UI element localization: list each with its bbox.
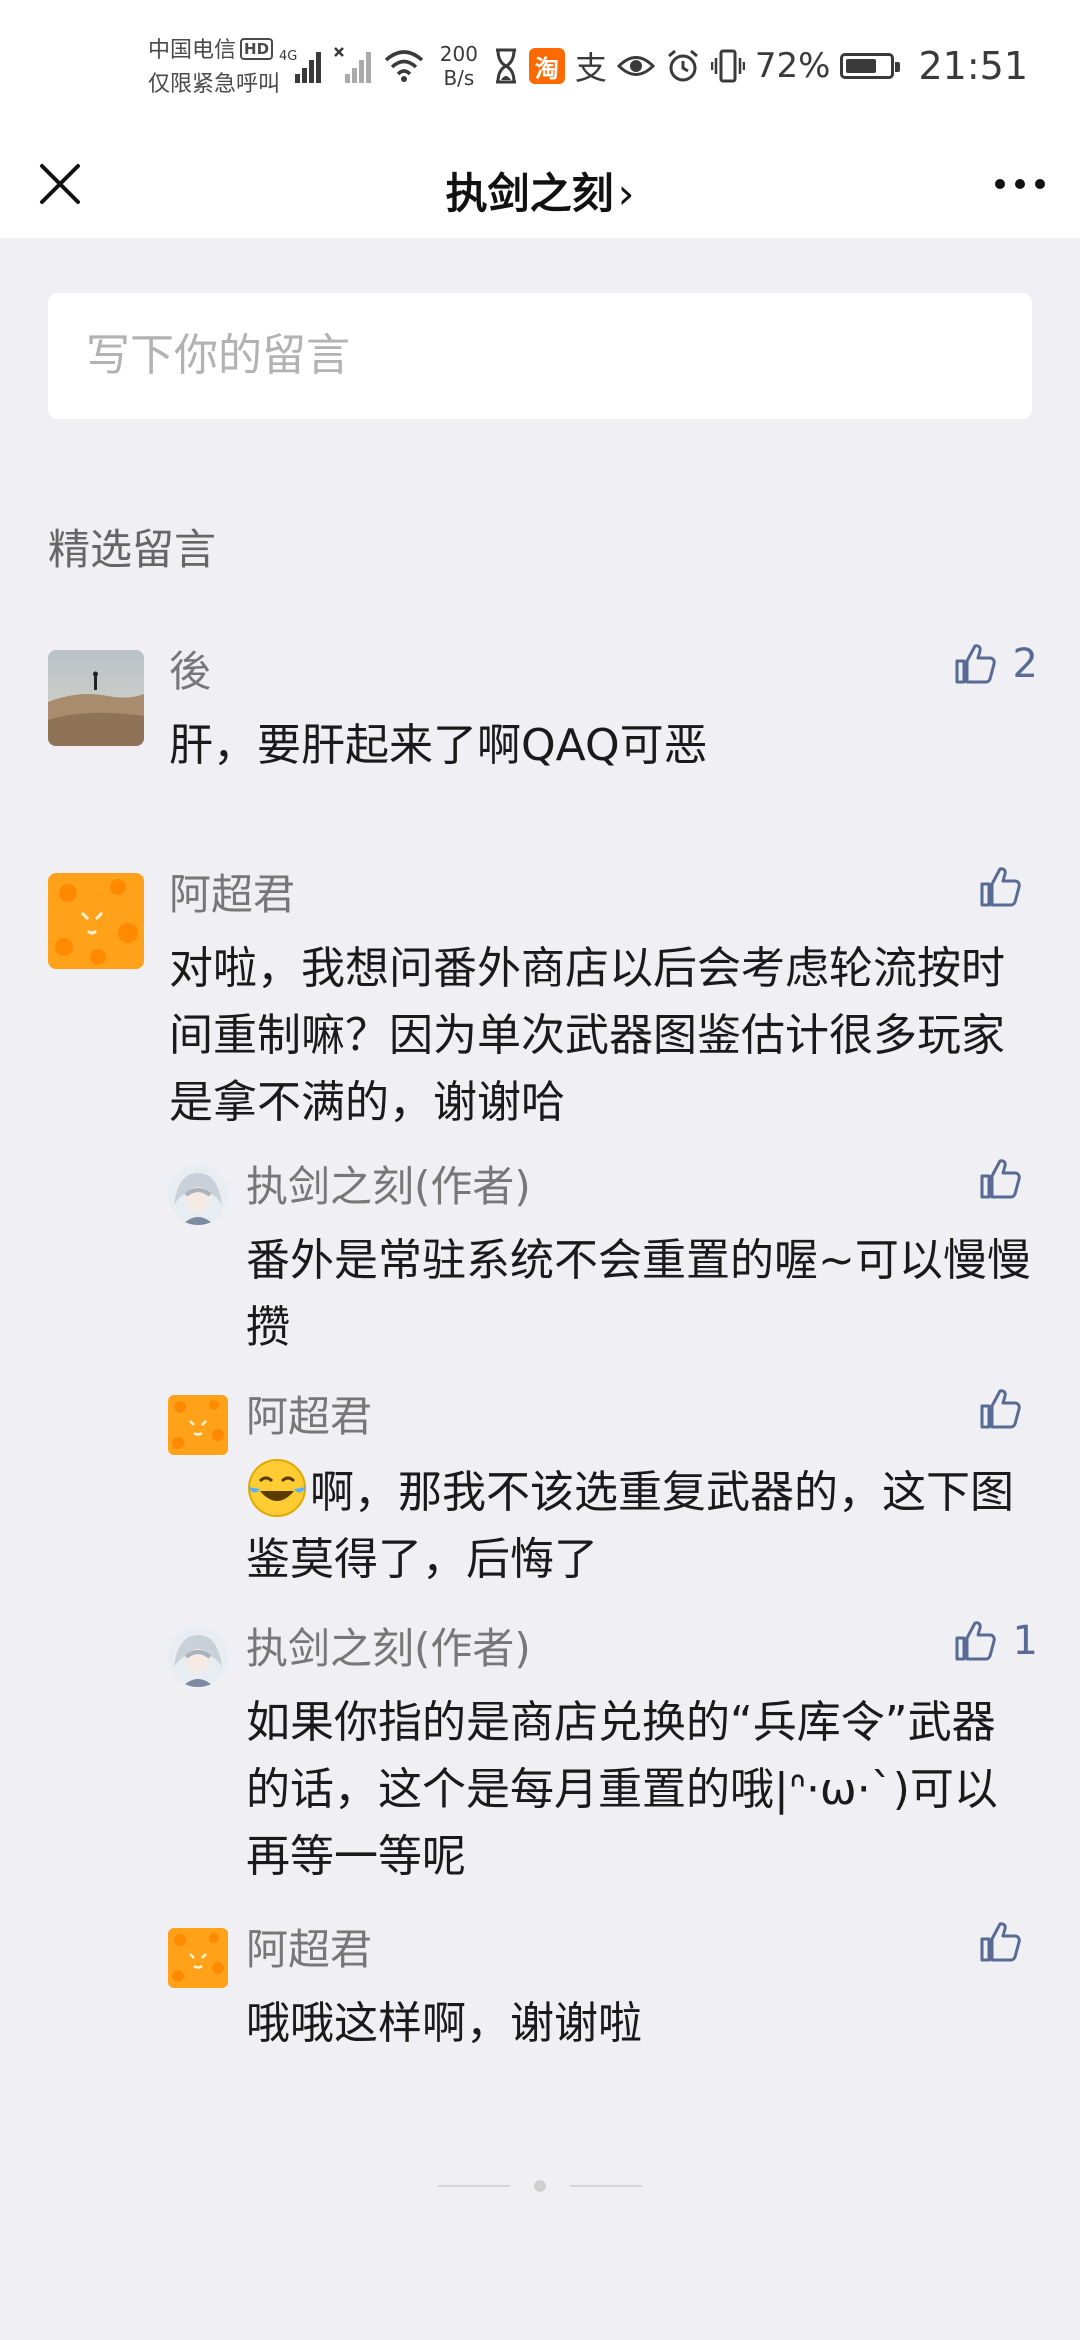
like-button[interactable]: [976, 863, 1038, 911]
like-count: 2: [1012, 641, 1038, 687]
reply-author[interactable]: 阿超君: [246, 1920, 1038, 1980]
reply-text: 哦哦这样啊，谢谢啦: [246, 1998, 642, 2049]
thumb-up-icon: [951, 640, 999, 688]
page-indicator: [0, 2176, 1080, 2196]
reply-text: 番外是常驻系统不会重置的喔~可以慢慢攒: [246, 1235, 1031, 1353]
thumb-up-icon: [976, 1918, 1024, 1966]
network-type-label: 4G: [279, 49, 297, 64]
carrier-info: 中国电信 HD 仅限紧急呼叫: [148, 34, 280, 102]
reply-body: 阿超君 啊，那我不该选重复武器的，这下图鉴莫得了，后悔了: [246, 1387, 1038, 1593]
reply-author[interactable]: 阿超君: [246, 1387, 1038, 1447]
network-speed: 200 B/s: [435, 42, 483, 90]
comment-author[interactable]: 阿超君: [169, 865, 1038, 925]
like-button[interactable]: [976, 1155, 1038, 1203]
thumb-up-icon: [951, 1617, 999, 1665]
avatar[interactable]: [168, 1928, 228, 1988]
comment-text: 肝，要肝起来了啊QAQ可恶: [169, 720, 708, 771]
network-speed-value: 200: [439, 42, 478, 66]
reply-body: 阿超君 哦哦这样啊，谢谢啦: [246, 1920, 1038, 2057]
reply-text: 如果你指的是商店兑换的“兵库令”武器的话，这个是每月重置的哦|ᐢ·ω·`)可以再…: [246, 1697, 998, 1882]
status-icons: 4G 200 B/s 淘 支 72% 21:51: [279, 38, 1028, 94]
comment-text: 对啦，我想问番外商店以后会考虑轮流按时间重制嘛？因为单次武器图鉴估计很多玩家是拿…: [169, 943, 1005, 1128]
comment-body: 後 肝，要肝起来了啊QAQ可恶 2: [169, 640, 1038, 779]
avatar[interactable]: [48, 873, 144, 969]
indicator-line-right: [570, 2185, 642, 2187]
indicator-line-left: [438, 2185, 510, 2187]
reply-author[interactable]: 执剑之刻(作者): [246, 1157, 1038, 1217]
write-comment-input[interactable]: 写下你的留言: [48, 293, 1032, 419]
wifi-icon: [384, 50, 424, 82]
vibrate-icon: [710, 49, 745, 83]
clock: 21:51: [918, 44, 1028, 88]
reply-body: 执剑之刻(作者) 番外是常驻系统不会重置的喔~可以慢慢攒: [246, 1157, 1038, 1361]
battery-percent: 72%: [754, 46, 831, 86]
taobao-icon: 淘: [528, 48, 565, 84]
carrier-name: 中国电信: [148, 38, 237, 63]
eye-icon: [616, 56, 655, 76]
reply-author[interactable]: 执剑之刻(作者): [246, 1619, 1038, 1679]
signal-4g-icon: 4G: [279, 49, 321, 83]
network-speed-unit: B/s: [443, 66, 475, 90]
thumb-up-icon: [976, 863, 1024, 911]
like-button[interactable]: 2: [951, 640, 1038, 688]
thumb-up-icon: [976, 1385, 1024, 1433]
section-title: 精选留言: [48, 525, 217, 574]
hd-badge: HD: [240, 38, 274, 60]
like-button[interactable]: 1: [951, 1617, 1038, 1665]
face-with-tears-of-joy-icon: [248, 1459, 306, 1517]
reply-text-wrapper: 啊，那我不该选重复武器的，这下图鉴莫得了，后悔了: [246, 1457, 1038, 1593]
avatar[interactable]: [48, 650, 144, 746]
reply-body: 执剑之刻(作者) 如果你指的是商店兑换的“兵库令”武器的话，这个是每月重置的哦|…: [246, 1617, 1038, 1890]
comment-author[interactable]: 後: [169, 642, 1038, 702]
battery-icon: [840, 53, 901, 79]
thumb-up-icon: [976, 1155, 1024, 1203]
alipay-icon: 支: [574, 49, 607, 87]
more-icon[interactable]: [980, 152, 1060, 216]
comment-body: 阿超君 对啦，我想问番外商店以后会考虑轮流按时间重制嘛？因为单次武器图鉴估计很多…: [169, 865, 1038, 1136]
avatar[interactable]: [168, 1395, 228, 1455]
battery-fill: [846, 59, 877, 73]
emergency-label: 仅限紧急呼叫: [148, 72, 281, 97]
hourglass-icon: [495, 48, 516, 84]
alarm-icon: [667, 49, 698, 82]
chevron-right-icon: ›: [617, 169, 635, 218]
nav-title[interactable]: 执剑之刻›: [0, 160, 1080, 221]
nav-title-text: 执剑之刻: [445, 169, 614, 218]
author-avatar[interactable]: [168, 1627, 228, 1687]
like-button[interactable]: [976, 1918, 1038, 1966]
like-count: 1: [1012, 1618, 1038, 1664]
nav-bar: 执剑之刻›: [0, 130, 1080, 238]
author-avatar[interactable]: [168, 1165, 228, 1225]
reply-text: 啊，那我不该选重复武器的，这下图鉴莫得了，后悔了: [246, 1467, 1014, 1585]
like-button[interactable]: [976, 1385, 1038, 1433]
indicator-dot: [534, 2180, 546, 2192]
status-bar: 中国电信 HD 仅限紧急呼叫 4G 200 B/s 淘 支 72% 21:51: [0, 0, 1080, 130]
signal-no-sim-icon: [334, 47, 371, 83]
